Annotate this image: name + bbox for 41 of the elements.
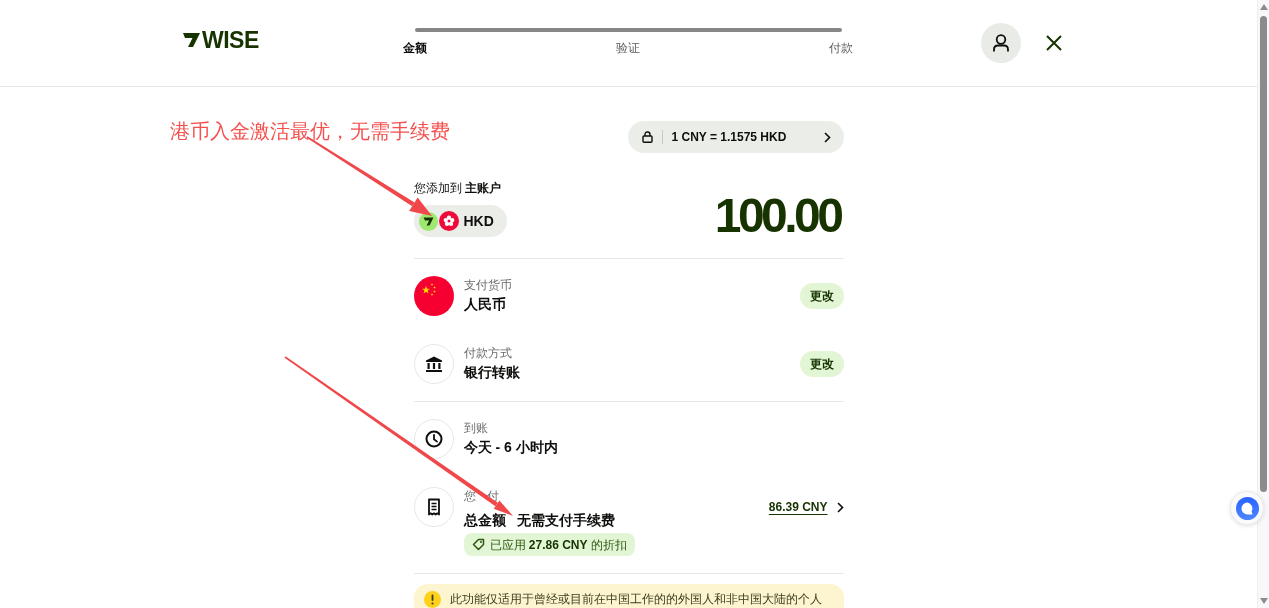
- warning-icon: [423, 591, 441, 608]
- detail-value: 总金额 无需支付手续费: [463, 511, 617, 529]
- notice-text: 此功能仅适用于曾经或目前在中国工作的的外国人和非中国大陆的个人: [449, 591, 822, 607]
- clock-icon: [413, 419, 454, 459]
- change-button[interactable]: 更改: [799, 351, 844, 377]
- detail-label: 付款方式: [463, 345, 513, 361]
- annotation-text: 港币入金激活最优，无需手续费: [170, 119, 450, 143]
- detail-value: 银行转账: [463, 363, 521, 381]
- detail-value: 今天 - 6 小时内: [463, 438, 559, 456]
- scrollbar[interactable]: [1257, 0, 1269, 608]
- account-label: 您添加到 主账户: [413, 180, 502, 196]
- chat-bubble-icon: [1235, 496, 1259, 520]
- detail-label: 到账: [463, 420, 489, 436]
- scrollbar-thumb[interactable]: [1260, 16, 1267, 492]
- detail-value: 人民币: [463, 295, 507, 313]
- currency-selector[interactable]: HKD: [413, 205, 507, 237]
- profile-button[interactable]: [981, 23, 1021, 63]
- change-button[interactable]: 更改: [799, 283, 844, 309]
- logo-text: WISE: [202, 28, 259, 52]
- scroll-down-arrow-icon[interactable]: [1260, 598, 1268, 604]
- chevron-right-icon[interactable]: [823, 131, 831, 143]
- logo-mark-icon: [182, 32, 201, 48]
- china-flag-icon: [413, 276, 454, 316]
- tag-icon: [471, 538, 485, 551]
- bank-icon: [413, 344, 454, 384]
- detail-label: 支付货币: [463, 277, 513, 293]
- scroll-up-arrow-icon[interactable]: [1260, 4, 1268, 10]
- lock-icon: [641, 131, 653, 143]
- step-label[interactable]: 金额: [403, 40, 427, 56]
- step-label[interactable]: 付款: [829, 40, 853, 56]
- chevron-right-icon[interactable]: [836, 501, 844, 513]
- amount-field[interactable]: 100.00: [714, 196, 844, 236]
- chat-button[interactable]: [1230, 491, 1264, 525]
- person-icon: [993, 34, 1009, 52]
- receipt-icon: [413, 487, 454, 527]
- step-label[interactable]: 验证: [616, 40, 640, 56]
- exchange-rate-button[interactable]: 1 CNY = 1.1575 HKD: [627, 121, 844, 153]
- hong-kong-flag-icon: [438, 211, 459, 231]
- discount-text: 已应用 27.86 CNY 的折扣: [489, 536, 627, 553]
- close-icon: [1046, 35, 1062, 51]
- amount-link[interactable]: 86.39 CNY: [768, 500, 828, 514]
